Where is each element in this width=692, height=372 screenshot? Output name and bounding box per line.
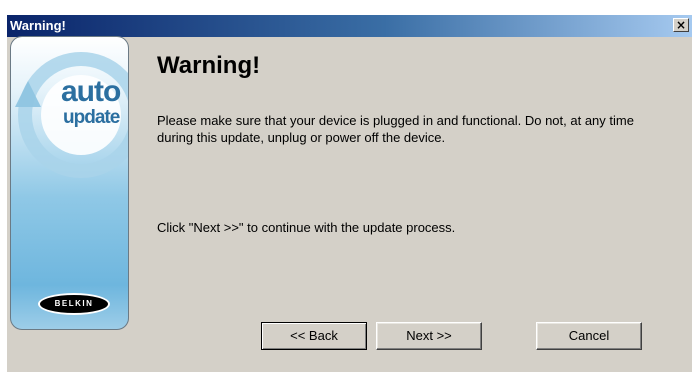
back-button[interactable]: << Back [261, 322, 367, 350]
close-icon: × [675, 18, 687, 32]
next-button[interactable]: Next >> [376, 322, 482, 350]
close-button[interactable]: × [673, 18, 689, 32]
logo-text-update: update [63, 107, 120, 128]
cancel-button[interactable]: Cancel [536, 322, 642, 350]
warning-message: Please make sure that your device is plu… [157, 113, 634, 145]
instruction-text: Click "Next >>" to continue with the upd… [157, 220, 456, 235]
title-bar[interactable]: Warning! × [7, 15, 692, 37]
page-heading: Warning! [157, 52, 261, 79]
auto-update-banner: auto update BELKIN [10, 36, 129, 330]
window-title: Warning! [10, 18, 66, 33]
logo-text-auto: auto [61, 75, 121, 108]
belkin-logo: BELKIN [38, 293, 110, 315]
